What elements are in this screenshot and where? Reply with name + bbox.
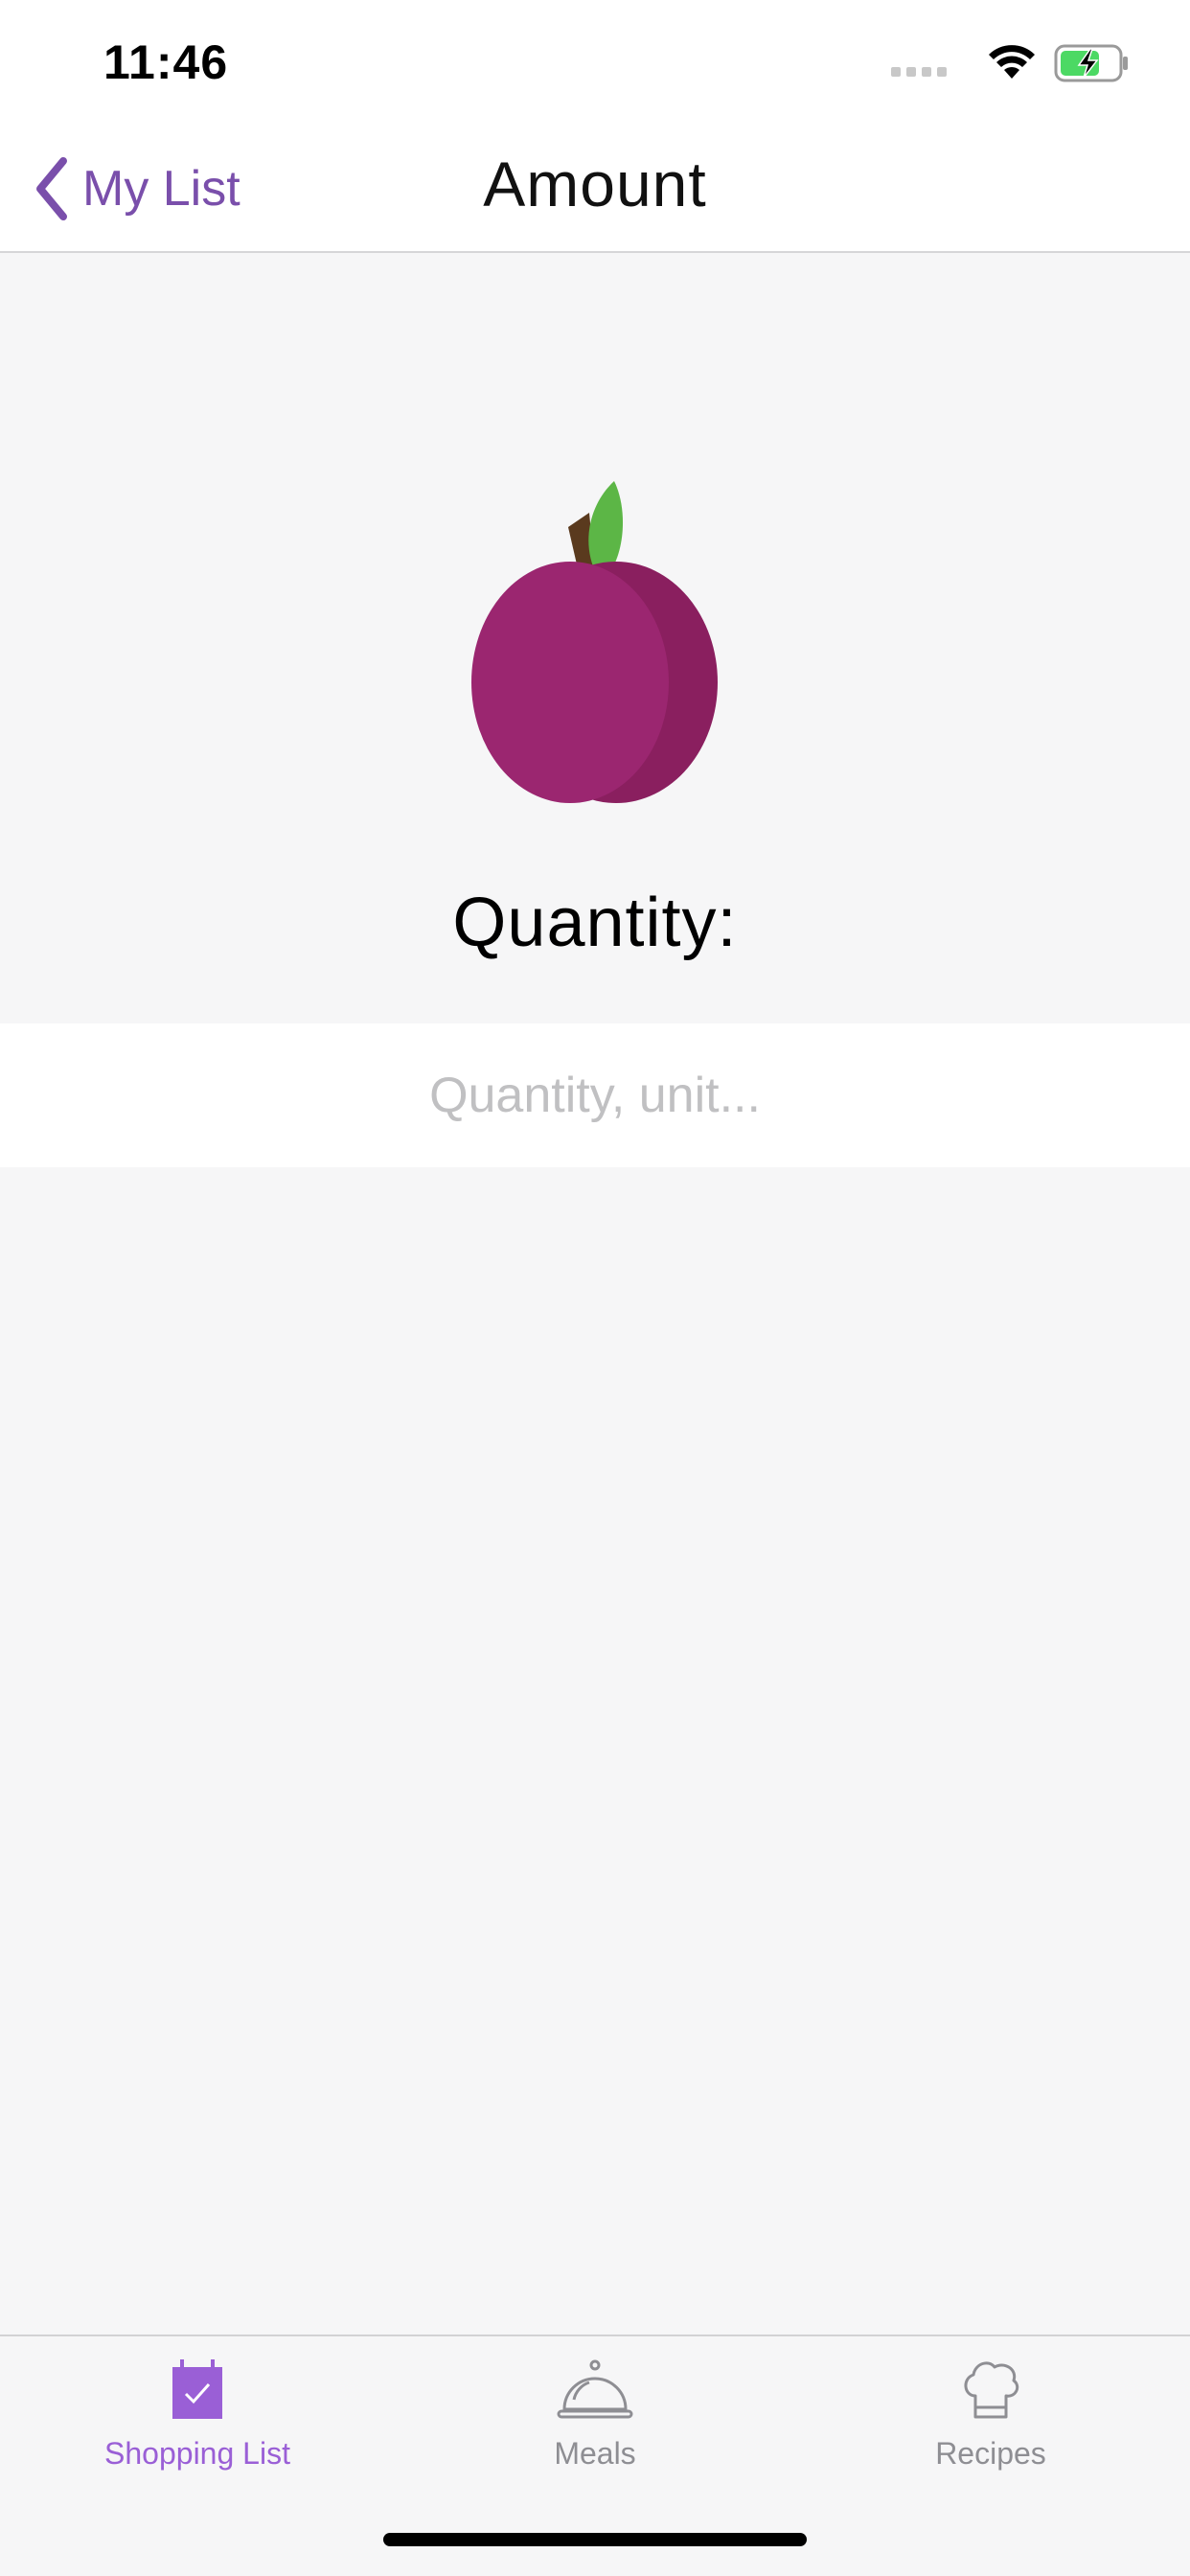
- quantity-heading: Quantity:: [452, 885, 738, 961]
- signal-icon: [891, 67, 947, 77]
- cloche-icon: [557, 2359, 633, 2419]
- shopping-list-icon: [172, 2359, 222, 2419]
- battery-charging-icon: [1054, 44, 1128, 82]
- quantity-input[interactable]: [0, 1024, 1190, 1167]
- tab-meals[interactable]: Meals: [442, 2358, 748, 2501]
- tab-label-shopping-list: Shopping List: [104, 2436, 290, 2471]
- chef-hat-icon: [964, 2361, 1019, 2419]
- status-time: 11:46: [103, 35, 229, 89]
- status-bar: 11:46: [0, 0, 1190, 126]
- quantity-field-row: [0, 1024, 1190, 1167]
- home-indicator[interactable]: [383, 2533, 807, 2546]
- wifi-icon: [989, 45, 1035, 79]
- tab-shopping-list[interactable]: Shopping List: [44, 2358, 351, 2501]
- plum-icon: [465, 470, 723, 805]
- tab-label-meals: Meals: [554, 2436, 636, 2471]
- page-title: Amount: [483, 149, 707, 219]
- navigation-bar: My List Amount: [0, 126, 1190, 253]
- tab-label-recipes: Recipes: [935, 2436, 1046, 2471]
- tab-recipes[interactable]: Recipes: [837, 2358, 1144, 2501]
